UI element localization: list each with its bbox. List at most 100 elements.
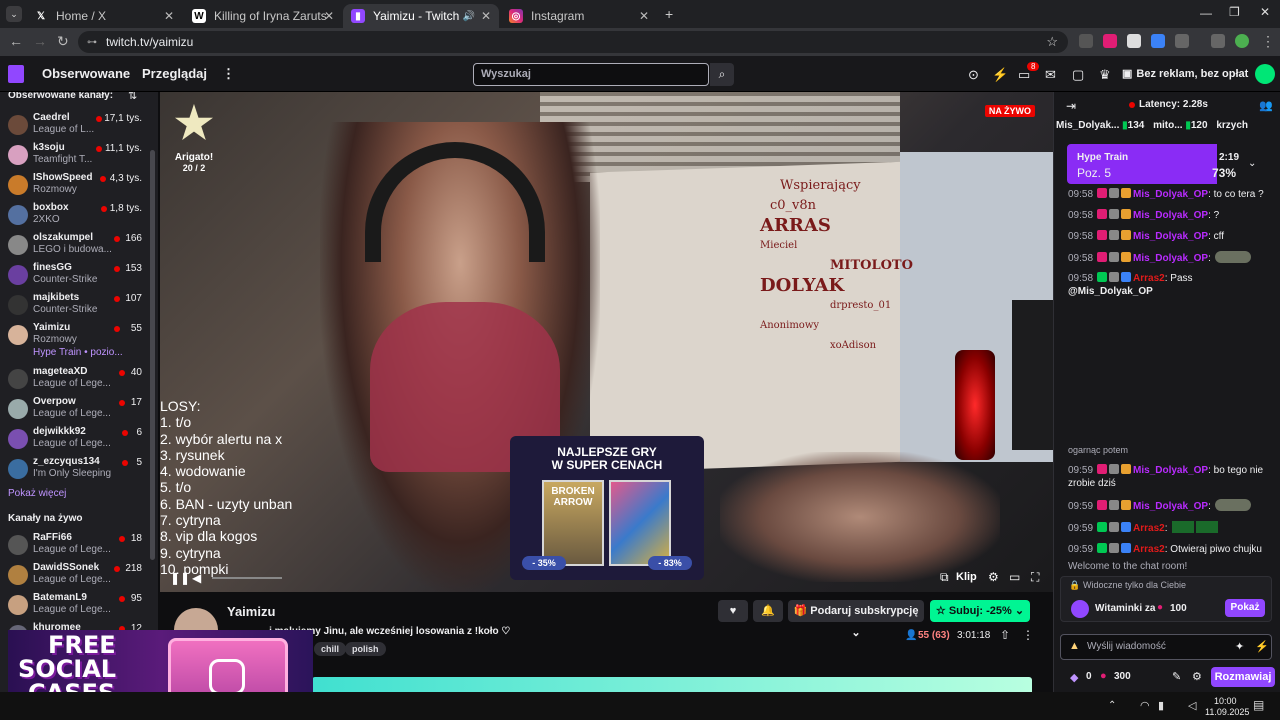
twitch-logo-icon[interactable] — [8, 65, 24, 83]
menu-dots-icon[interactable]: ⋮ — [1261, 33, 1275, 50]
tab-x-home[interactable]: 𝕏 Home / X ✕ — [26, 4, 182, 28]
taskbar-date[interactable]: 11.09.2025 — [1205, 707, 1249, 717]
url-field[interactable]: ⊶ twitch.tv/yaimizu ☆ — [78, 31, 1068, 53]
back-icon[interactable]: ← — [9, 33, 23, 49]
channel-points-balance[interactable]: 300 — [1114, 671, 1131, 682]
prime-loot-icon[interactable]: ⊙ — [968, 67, 979, 83]
notification-bell-button[interactable]: 🔔 — [753, 600, 783, 622]
more-dots-icon[interactable]: ⋮ — [222, 66, 235, 82]
channel-item-yaimizu[interactable]: Yaimizu Rozmowy 55 Hype Train • pozio... — [0, 322, 150, 362]
subscribe-button[interactable]: ☆ Subuj: -25% ⌄ — [930, 600, 1030, 622]
extension-icon[interactable] — [1127, 34, 1141, 48]
notification-count-badge: 8 — [1027, 62, 1040, 71]
extension-icon[interactable] — [1151, 34, 1165, 48]
close-window-icon[interactable]: ✕ — [1260, 5, 1270, 19]
channel-item[interactable]: Caedrel League of L... 17,1 tys. — [0, 112, 150, 142]
channel-item[interactable]: olszakumpel LEGO i budowa... 166 — [0, 232, 150, 262]
taskbar-time[interactable]: 10:00 — [1214, 696, 1237, 706]
share-icon[interactable]: ⇧ — [1000, 628, 1010, 642]
tag-polish[interactable]: polish — [345, 642, 386, 656]
chat-input[interactable]: ▲ Wyślij wiadomość ✦ ⚡ — [1060, 634, 1272, 660]
channel-item[interactable]: mageteaXD League of Lege... 40 — [0, 366, 150, 396]
channel-item[interactable]: Overpow League of Lege... 17 — [0, 396, 150, 426]
search-icon[interactable]: ⌕ — [710, 63, 734, 86]
inbox-icon[interactable]: ✉ — [1045, 67, 1056, 83]
nav-browse[interactable]: Przeglądaj — [142, 66, 207, 81]
channel-item[interactable]: RaFFi66 League of Lege... 18 — [0, 532, 150, 562]
fullscreen-icon[interactable]: ⛶ — [1031, 570, 1039, 585]
close-icon[interactable]: ✕ — [164, 9, 174, 23]
hype-train-banner[interactable]: Hype Train Poz. 5 2:19 73% — [1067, 144, 1255, 184]
volume-icon[interactable]: ◀ — [192, 571, 201, 585]
tab-instagram[interactable]: ◎ Instagram ✕ — [501, 4, 657, 28]
mic-icon[interactable]: ▮ — [1158, 699, 1164, 712]
bits-icon[interactable]: ⚡ — [992, 67, 1008, 83]
notification-center-icon[interactable]: ▤ — [1253, 698, 1264, 712]
whispers-icon[interactable]: ▢ — [1072, 67, 1084, 83]
users-icon[interactable]: 👥 — [1259, 99, 1273, 112]
theatre-mode-icon[interactable]: ▭ — [1009, 570, 1020, 584]
emote-picker-icon[interactable]: ✦ — [1235, 640, 1244, 653]
close-icon[interactable]: ✕ — [481, 9, 491, 23]
media-icon[interactable] — [1211, 34, 1225, 48]
chat-settings-icon[interactable]: ⚙ — [1192, 670, 1202, 683]
tab-search-icon[interactable]: ⌄ — [6, 6, 22, 22]
channel-item[interactable]: boxbox 2XKO 1,8 tys. — [0, 202, 150, 232]
wifi-icon[interactable]: ◠ — [1140, 699, 1150, 712]
reload-icon[interactable]: ↻ — [57, 33, 69, 50]
nav-following[interactable]: Obserwowane — [42, 66, 130, 81]
search-input[interactable]: Wyszukaj — [473, 63, 709, 86]
bookmark-star-icon[interactable]: ☆ — [1046, 34, 1058, 50]
tag-chill[interactable]: chill — [314, 642, 347, 656]
channel-item[interactable]: IShowSpeed Rozmowy 4,3 tys. — [0, 172, 150, 202]
channel-item[interactable]: finesGG Counter-Strike 153 — [0, 262, 150, 292]
gift-sub-button[interactable]: 🎁 Podaruj subskrypcję ⌄ — [788, 600, 924, 639]
ad-free-button[interactable]: ▣ Bez reklam, bez opłat — [1122, 63, 1248, 85]
close-icon[interactable]: ✕ — [324, 9, 334, 23]
tray-up-icon[interactable]: ⌃ — [1108, 700, 1116, 711]
bits-icon[interactable]: ▲ — [1069, 640, 1080, 652]
show-more-link[interactable]: Pokaż więcej — [8, 488, 66, 499]
chevron-down-icon[interactable]: ⌄ — [1248, 158, 1256, 169]
channel-item[interactable]: majkibets Counter-Strike 107 — [0, 292, 150, 322]
extension-icon[interactable] — [1103, 34, 1117, 48]
follow-heart-button[interactable]: ♥ — [718, 600, 748, 622]
clip-icon[interactable]: ⧉ — [940, 570, 949, 585]
settings-icon[interactable]: ⚙ — [988, 570, 999, 584]
tab-twitch[interactable]: ▮ Yaimizu - Twitch 🔊 ✕ — [343, 4, 499, 28]
maximize-icon[interactable]: ❐ — [1229, 5, 1240, 19]
clip-label[interactable]: Klip — [956, 571, 977, 583]
new-tab-icon[interactable]: + — [665, 6, 673, 22]
channel-item[interactable]: z_ezcyqus134 I'm Only Sleeping 5 — [0, 456, 150, 486]
tab-wikipedia[interactable]: W Killing of Iryna Zarutska - Wikip ✕ — [184, 4, 342, 28]
channel-item[interactable]: BatemanL9 League of Lege... 95 — [0, 592, 150, 622]
more-options-icon[interactable]: ⋮ — [1022, 628, 1034, 642]
volume-slider[interactable] — [212, 577, 282, 579]
collapse-sort-icon[interactable]: ⇅ — [128, 92, 137, 102]
profile-avatar-icon[interactable] — [1235, 34, 1249, 48]
forward-icon[interactable]: → — [33, 33, 47, 49]
minimize-icon[interactable]: — — [1200, 6, 1212, 20]
close-icon[interactable]: ✕ — [639, 9, 649, 23]
extensions-puzzle-icon[interactable] — [1175, 34, 1189, 48]
channel-item[interactable]: k3soju Teamfight T... 11,1 tys. — [0, 142, 150, 172]
mod-tools-icon[interactable]: ✎ — [1172, 670, 1181, 683]
volume-icon[interactable]: ◁ — [1188, 699, 1196, 712]
sidebar-scrollbar[interactable] — [150, 150, 155, 560]
channel-points-balance-icon[interactable]: ● — [1100, 670, 1107, 682]
channel-name[interactable]: Yaimizu — [227, 604, 275, 619]
user-avatar[interactable] — [1255, 64, 1275, 84]
bits-cheer-icon[interactable]: ⚡ — [1255, 640, 1269, 653]
channel-item[interactable]: dejwikkk92 League of Lege... 6 — [0, 426, 150, 456]
collapse-chat-icon[interactable]: ⇥ — [1066, 99, 1076, 113]
video-player[interactable]: Wspierający c0_v8n ARRAS Mieciel MITOLOT… — [160, 92, 1053, 592]
site-info-icon[interactable]: ⊶ — [87, 37, 97, 48]
pause-icon[interactable]: ❚❚ — [170, 571, 190, 585]
show-button[interactable]: Pokaż — [1225, 599, 1265, 617]
channel-item[interactable]: DawidSSonek League of Lege... 218 — [0, 562, 150, 592]
crown-icon[interactable]: ♛ — [1099, 67, 1111, 83]
badge-icon — [1121, 500, 1132, 510]
speaker-icon[interactable]: 🔊 — [463, 11, 475, 22]
chat-send-button[interactable]: Rozmawiaj — [1211, 667, 1275, 687]
extension-icon[interactable] — [1079, 34, 1093, 48]
